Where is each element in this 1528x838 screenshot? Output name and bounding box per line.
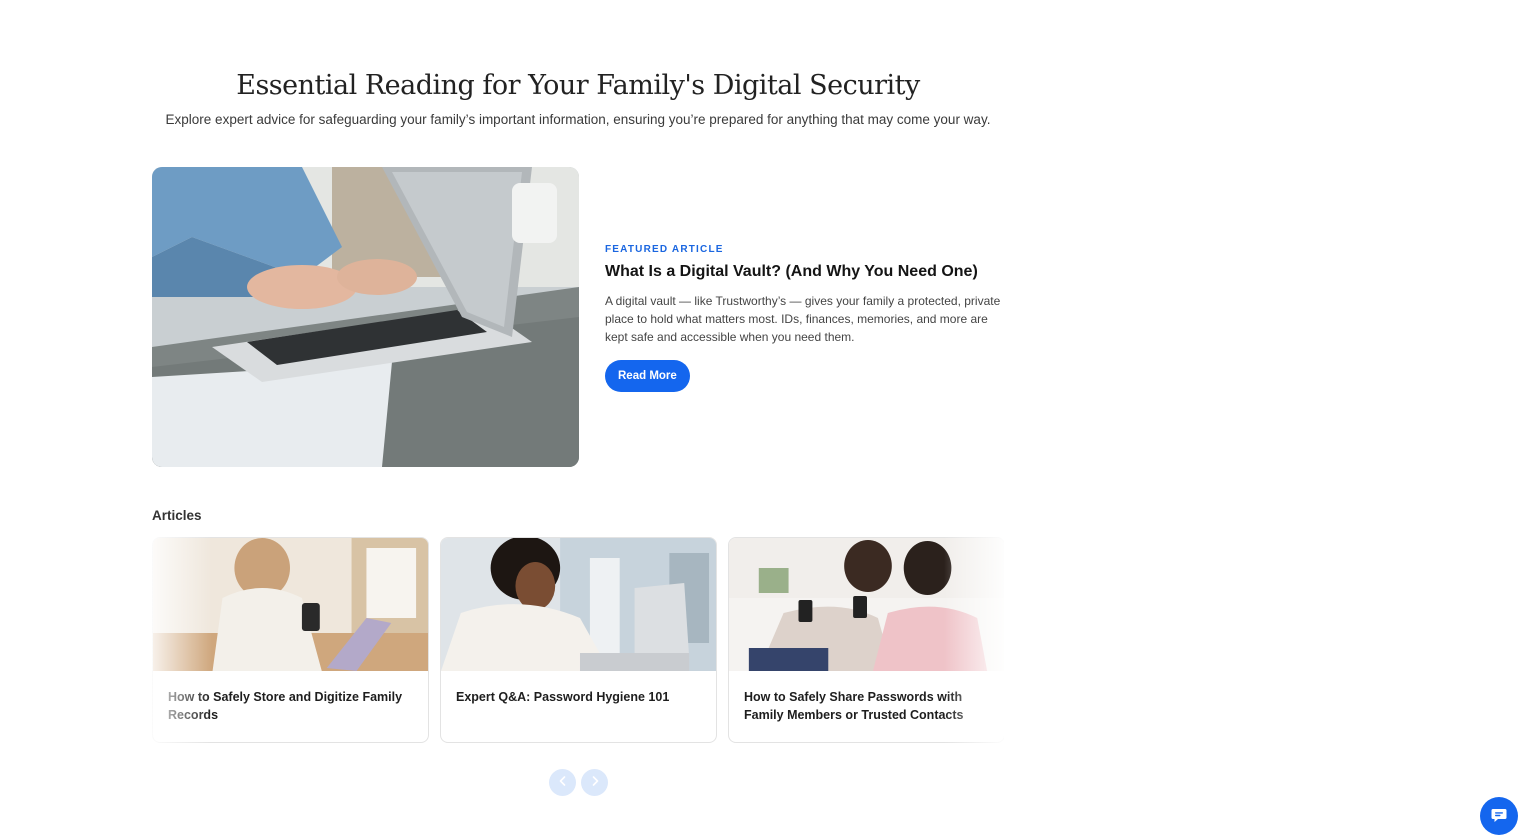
featured-article: FEATURED ARTICLE What Is a Digital Vault… bbox=[605, 244, 1005, 392]
page-subtitle: Explore expert advice for safeguarding y… bbox=[165, 112, 991, 127]
article-image bbox=[441, 538, 716, 671]
featured-title[interactable]: What Is a Digital Vault? (And Why You Ne… bbox=[605, 263, 1005, 281]
article-image bbox=[153, 538, 428, 671]
featured-article-image[interactable] bbox=[152, 167, 579, 467]
chat-button[interactable] bbox=[1480, 797, 1518, 835]
carousel-next-button[interactable] bbox=[581, 769, 608, 796]
carousel-prev-button[interactable] bbox=[549, 769, 576, 796]
page-title: Essential Reading for Your Family's Digi… bbox=[236, 70, 920, 101]
article-card[interactable]: Expert Q&A: Password Hygiene 101 bbox=[440, 537, 717, 743]
chevron-left-icon bbox=[557, 775, 569, 790]
articles-carousel: How to Safely Store and Digitize Family … bbox=[152, 537, 1004, 743]
article-card[interactable]: How to Safely Store and Digitize Family … bbox=[152, 537, 429, 743]
featured-eyebrow: FEATURED ARTICLE bbox=[605, 244, 724, 255]
chat-bubble-icon bbox=[1490, 806, 1508, 827]
chevron-right-icon bbox=[589, 775, 601, 790]
article-title: Expert Q&A: Password Hygiene 101 bbox=[456, 690, 670, 704]
article-title: How to Safely Store and Digitize Family … bbox=[168, 690, 403, 722]
article-title: How to Safely Share Passwords with Famil… bbox=[744, 690, 964, 722]
article-card[interactable]: How to Safely Share Passwords with Famil… bbox=[728, 537, 1004, 743]
featured-description: A digital vault — like Trustworthy’s — g… bbox=[605, 294, 1001, 344]
read-more-button[interactable]: Read More bbox=[605, 360, 690, 392]
article-image bbox=[729, 538, 1004, 671]
articles-heading: Articles bbox=[152, 508, 202, 523]
